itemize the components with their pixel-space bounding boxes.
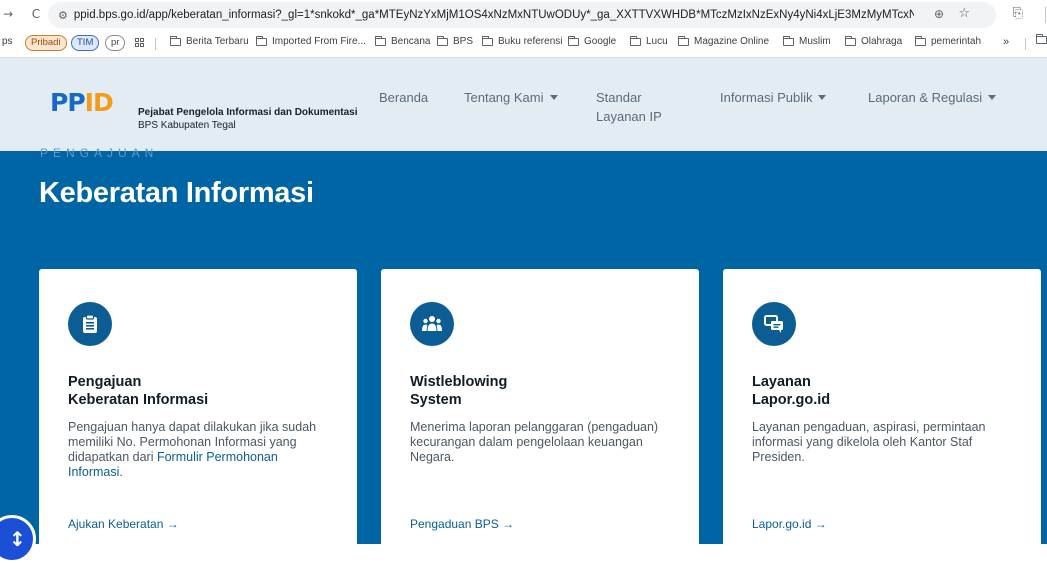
- chevron-down-icon: [818, 95, 827, 100]
- lapor-link[interactable]: Lapor.go.id →: [752, 517, 827, 531]
- nav-tentang-kami[interactable]: Tentang Kami: [464, 88, 558, 107]
- bookmark-pill-pribadi[interactable]: Pribadi: [25, 35, 67, 51]
- bookmarks-divider: [1025, 38, 1026, 50]
- card-title: Pengajuan Keberatan Informasi: [68, 374, 209, 408]
- card-title: Wistleblowing System: [410, 374, 508, 408]
- card-wistleblowing: Wistleblowing System Menerima laporan pel…: [381, 269, 699, 559]
- ajukan-keberatan-link[interactable]: Ajukan Keberatan →: [68, 517, 179, 531]
- bookmark-folder[interactable]: Lucu: [629, 35, 668, 47]
- clipboard-icon: [68, 302, 112, 346]
- folder-icon: [374, 35, 386, 46]
- folder-icon: [481, 35, 493, 46]
- folder-icon: [782, 35, 794, 46]
- card-description: Menerima laporan pelanggaran (pengaduan)…: [410, 420, 659, 464]
- bookmark-pill-tim[interactable]: TIM: [71, 35, 100, 51]
- folder-icon: [677, 35, 689, 46]
- nav-beranda[interactable]: Beranda: [379, 88, 428, 107]
- card-description: Layanan pengaduan, aspirasi, permintaan …: [752, 420, 986, 464]
- ppid-logo[interactable]: PP ID: [50, 88, 114, 117]
- folder-icon: [567, 35, 579, 46]
- card-title: Layanan Lapor.go.id: [752, 374, 831, 408]
- bookmark-folder[interactable]: Olahraga: [844, 35, 902, 47]
- site-header: PP ID Pejabat Pengelola Informasi dan Dok…: [0, 58, 1047, 151]
- card-keberatan: Pengajuan Keberatan Informasi Pengajuan h…: [39, 269, 357, 559]
- accessibility-icon: ↕: [9, 527, 26, 551]
- org-subtitle: BPS Kabupaten Tegal: [138, 120, 236, 131]
- bookmark-star-icon[interactable]: ☆: [958, 6, 970, 21]
- folder-icon: [436, 35, 448, 46]
- users-icon: [410, 302, 454, 346]
- bookmarks-bar: ps Pribadi TIM pr Berita Terbaru Importe…: [0, 30, 1047, 58]
- tab-groups-icon[interactable]: [135, 38, 145, 48]
- extensions-icon[interactable]: ⎘: [1013, 6, 1023, 21]
- nav-standar-layanan[interactable]: Standar Layanan IP: [596, 88, 662, 126]
- site-settings-icon[interactable]: ⚙: [58, 9, 68, 22]
- logo-text-pp: PP: [50, 88, 86, 117]
- nav-laporan-regulasi[interactable]: Laporan & Regulasi: [868, 88, 997, 107]
- chevron-down-icon: [549, 95, 558, 100]
- hero-kicker: PENGAJUAN: [40, 146, 159, 160]
- zoom-icon[interactable]: ⊕: [934, 7, 944, 21]
- bookmark-pill-pr[interactable]: pr: [105, 35, 126, 51]
- folder-icon: [169, 35, 181, 46]
- bookmark-folder[interactable]: Muslim: [782, 35, 831, 47]
- card-description: Pengajuan hanya dapat dilakukan jika sud…: [68, 420, 317, 479]
- hero-section: PENGAJUAN Keberatan Informasi Pengajuan K…: [0, 146, 1047, 559]
- bookmark-folder[interactable]: Google: [567, 35, 616, 47]
- bookmark-folder[interactable]: Bencana: [374, 35, 430, 47]
- forward-icon[interactable]: →: [0, 7, 16, 21]
- bookmarks-divider: [155, 38, 156, 50]
- chat-bubbles-icon: [752, 302, 796, 346]
- bookmark-folder[interactable]: Magazine Online: [677, 35, 769, 47]
- card-lapor: Layanan Lapor.go.id Layanan pengaduan, as…: [723, 269, 1041, 559]
- browser-toolbar: → C ⚙ ppid.bps.go.id/app/keberatan_infor…: [0, 0, 1047, 30]
- bookmark-folder[interactable]: Berita Terbaru: [169, 35, 249, 47]
- bookmark-folder[interactable]: BPS: [436, 35, 473, 47]
- folder-icon: [844, 35, 856, 46]
- logo-text-id: ID: [84, 88, 114, 117]
- folder-icon: [255, 35, 267, 46]
- more-bookmarks-button[interactable]: »: [1003, 36, 1009, 48]
- pengaduan-bps-link[interactable]: Pengaduan BPS →: [410, 517, 514, 531]
- bookmark-folder[interactable]: Imported From Fire...: [255, 35, 366, 47]
- folder-icon: [1035, 34, 1047, 44]
- all-bookmarks-button[interactable]: [1035, 34, 1047, 44]
- nav-informasi-publik[interactable]: Informasi Publik: [720, 88, 827, 107]
- bookmark-apps[interactable]: ps: [2, 36, 13, 47]
- url-text[interactable]: ppid.bps.go.id/app/keberatan_informasi?_…: [74, 9, 914, 21]
- folder-icon: [629, 35, 641, 46]
- page-title: Keberatan Informasi: [39, 177, 314, 209]
- folder-icon: [914, 35, 926, 46]
- bookmark-folder[interactable]: pemerintah: [914, 35, 981, 47]
- reload-icon[interactable]: C: [28, 7, 44, 21]
- chevron-down-icon: [988, 95, 997, 100]
- address-bar[interactable]: ⚙ ppid.bps.go.id/app/keberatan_informasi…: [48, 2, 996, 28]
- org-name: Pejabat Pengelola Informasi dan Dokument…: [138, 107, 358, 118]
- bookmark-folder[interactable]: Buku referensi: [481, 35, 562, 47]
